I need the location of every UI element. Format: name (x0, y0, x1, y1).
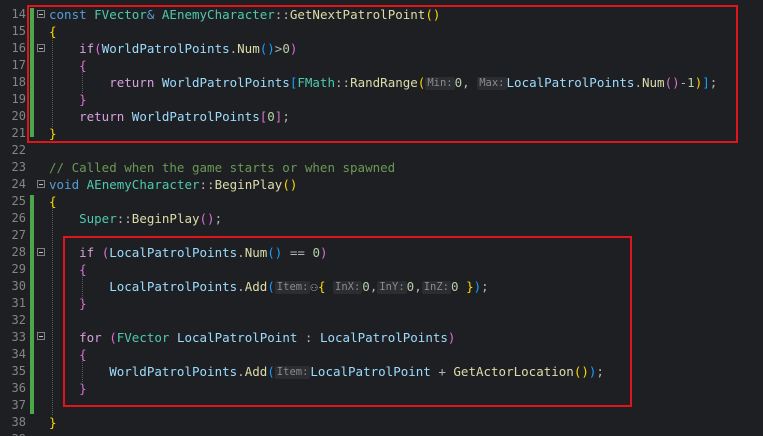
code-token: } (49, 415, 57, 430)
line-number: 17 (11, 58, 26, 72)
line-number: 27 (11, 228, 26, 242)
code-token: () (199, 211, 215, 226)
line-number: 37 (11, 398, 26, 412)
code-line[interactable]: 22 (0, 142, 763, 159)
line-number: 22 (11, 143, 26, 157)
code-text: void AEnemyCharacter::BeginPlay() (49, 176, 297, 193)
line-number: 38 (11, 415, 26, 429)
code-text: { (49, 193, 57, 210)
code-token: // Called when the game starts or when s… (49, 160, 396, 175)
code-token: AEnemyCharacter (86, 177, 200, 192)
code-token: ; (214, 211, 223, 226)
line-number: 23 (11, 160, 26, 174)
highlight-box (27, 5, 738, 143)
code-text: Super::BeginPlay(); (49, 210, 222, 227)
code-line[interactable]: 24 void AEnemyCharacter::BeginPlay() (0, 176, 763, 193)
code-token: { (49, 194, 57, 209)
code-token: () (282, 177, 298, 192)
code-token: void (49, 177, 87, 192)
line-number: 26 (11, 211, 26, 225)
line-number: 31 (11, 296, 26, 310)
line-number: 30 (11, 279, 26, 293)
code-token: BeginPlay (214, 177, 283, 192)
code-editor[interactable]: 14 const FVector& AEnemyCharacter::GetNex… (0, 0, 763, 436)
line-number: 36 (11, 381, 26, 395)
line-number: 32 (11, 313, 26, 327)
line-number: 24 (11, 177, 26, 191)
line-number: 15 (11, 24, 26, 38)
highlight-box (63, 236, 632, 407)
line-number: 21 (11, 126, 26, 140)
line-number: 20 (11, 109, 26, 123)
code-line[interactable]: 38} (0, 414, 763, 431)
code-text: // Called when the game starts or when s… (49, 159, 395, 176)
line-number: 34 (11, 347, 26, 361)
code-token: :: (199, 177, 215, 192)
code-token: :: (116, 211, 132, 226)
code-text: } (49, 414, 57, 431)
code-line[interactable]: 23 // Called when the game starts or when… (0, 159, 763, 176)
code-line[interactable]: 26 Super::BeginPlay(); (0, 210, 763, 227)
code-line[interactable]: 25 { (0, 193, 763, 210)
line-number: 16 (11, 41, 26, 55)
line-number: 19 (11, 92, 26, 106)
line-number: 28 (11, 245, 26, 259)
code-line[interactable]: 39 (0, 431, 763, 436)
line-number: 14 (11, 7, 26, 21)
line-number: 29 (11, 262, 26, 276)
line-number: 18 (11, 75, 26, 89)
line-number: 39 (0, 431, 26, 436)
line-number: 25 (11, 194, 26, 208)
line-number: 33 (11, 330, 26, 344)
code-token: BeginPlay (131, 211, 200, 226)
code-token: Super (49, 211, 117, 226)
line-number: 35 (11, 364, 26, 378)
